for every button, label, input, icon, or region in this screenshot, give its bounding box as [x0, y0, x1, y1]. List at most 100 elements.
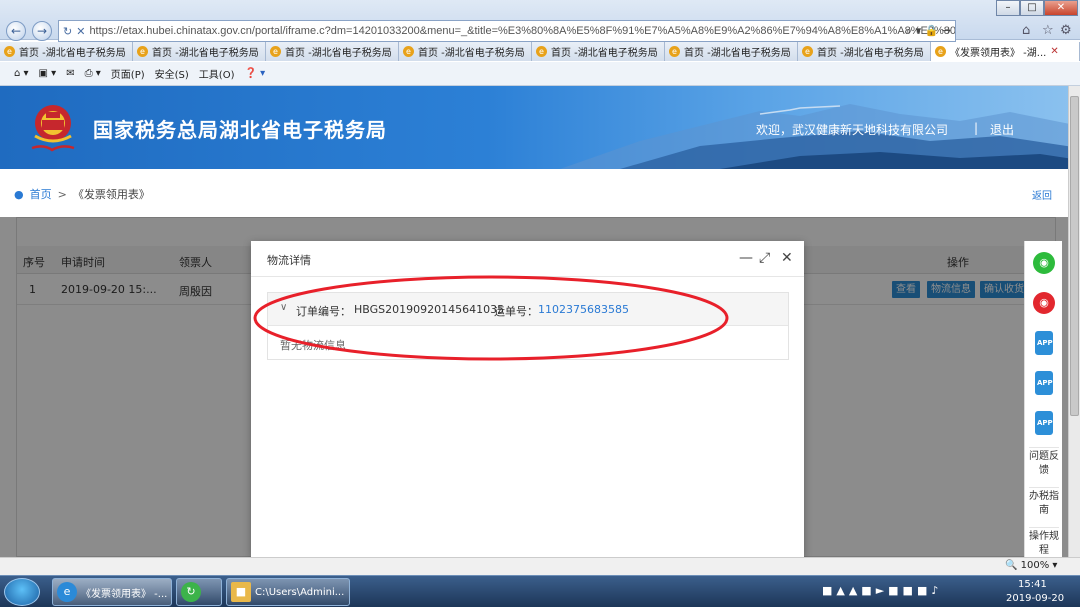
tab-label: 首页 -湖北省电子税务局 [817, 48, 924, 59]
dialog-header: 物流详情 — ⤢ ✕ [251, 241, 804, 277]
folder-icon: ■ [231, 582, 251, 602]
taskbar-ie-window[interactable]: e 《发票领用表》 -... [52, 578, 172, 606]
search-lock-icon[interactable]: ⌕ ▾ 🔒 → [906, 24, 951, 38]
site-favicon-icon: e [536, 46, 547, 57]
logistics-detail-dialog: 物流详情 — ⤢ ✕ ∨ 订单编号： HBGS20190920145641035… [251, 241, 804, 557]
system-tray-icons[interactable]: ■▲▲■►■■■♪ [822, 584, 942, 597]
favorites-star-icon[interactable]: ☆ [1042, 23, 1054, 38]
refresh-app-icon: ↻ [181, 582, 201, 602]
tab-label: 首页 -湖北省电子税务局 [551, 48, 658, 59]
app-download-button[interactable]: APP [1028, 407, 1060, 439]
browser-tab[interactable]: e 首页 -湖北省电子税务局 [133, 42, 266, 61]
forward-arrow-icon[interactable]: → [32, 21, 52, 41]
close-tab-icon[interactable]: ✕ [1050, 46, 1058, 57]
tab-label: 首页 -湖北省电子税务局 [152, 48, 259, 59]
url-text: https://etax.hubei.chinatax.gov.cn/porta… [89, 25, 955, 37]
order-number-label: 订单编号： [296, 305, 351, 318]
scrollbar-thumb[interactable] [1070, 96, 1079, 416]
app-download-button[interactable]: APP [1028, 367, 1060, 399]
chevron-down-icon[interactable]: ∨ [280, 302, 287, 313]
site-favicon-icon: e [403, 46, 414, 57]
tab-label: 首页 -湖北省电子税务局 [684, 48, 791, 59]
tab-label: 首页 -湖北省电子税务局 [418, 48, 525, 59]
clock-time: 15:41 [1018, 579, 1047, 590]
restore-button[interactable]: □ [1020, 0, 1044, 16]
maximize-icon[interactable]: ⤢ [759, 250, 770, 266]
weibo-button[interactable]: ◉ [1028, 287, 1060, 319]
site-header: 国家税务总局湖北省电子税务局 欢迎，武汉健康新天地科技有限公司 | 退出 [0, 86, 1080, 169]
tab-label: 《发票领用表》 -湖... [950, 48, 1047, 59]
operation-rules-link[interactable]: 操作规程 [1029, 527, 1059, 558]
waybill-label: 运单号： [494, 305, 538, 318]
site-title: 国家税务总局湖北省电子税务局 [93, 118, 387, 142]
gear-icon[interactable]: ⚙ [1060, 23, 1072, 38]
browser-tab[interactable]: e 首页 -湖北省电子税务局 [399, 42, 532, 61]
feedback-link[interactable]: 问题反馈 [1029, 447, 1059, 478]
browser-tab[interactable]: e 首页 -湖北省电子税务局 [532, 42, 665, 61]
breadcrumb: ● 首页 > 《发票领用表》 [14, 186, 150, 202]
app-icon: APP [1035, 411, 1053, 435]
logout-link[interactable]: 退出 [990, 121, 1014, 138]
print-icon[interactable]: ⎙ ▾ [85, 68, 101, 79]
app-download-button[interactable]: APP [1028, 327, 1060, 359]
browser-tab[interactable]: e 首页 -湖北省电子税务局 [665, 42, 798, 61]
browser-tab[interactable]: e 首页 -湖北省电子税务局 [0, 42, 133, 61]
tab-label: 首页 -湖北省电子税务局 [285, 48, 392, 59]
zoom-level[interactable]: 🔍 100% ▾ [1005, 560, 1057, 571]
browser-tab-active[interactable]: e 《发票领用表》 -湖... ✕ [931, 42, 1080, 61]
taskbar-explorer-label: C:\Users\Admini... [255, 586, 345, 598]
order-panel-header[interactable]: ∨ 订单编号： HBGS20190920145641035 运单号： 11023… [268, 293, 788, 326]
app-icon: APP [1035, 371, 1053, 395]
browser-tab-strip: e 首页 -湖北省电子税务局 e 首页 -湖北省电子税务局 e 首页 -湖北省电子税务… [0, 42, 1080, 61]
tax-emblem-logo [31, 105, 75, 152]
home-icon[interactable]: ⌂ ▾ [14, 68, 29, 79]
welcome-text: 欢迎，武汉健康新天地科技有限公司 [756, 123, 949, 137]
minimize-icon[interactable]: — [739, 250, 753, 266]
side-toolbar: ◉ ◉ APP APP APP 问题反馈 办税指南 操作规程 [1024, 241, 1062, 557]
stop-icon[interactable]: ✕ [76, 25, 85, 38]
status-bar: 🔍 100% ▾ [0, 557, 1080, 575]
waybill-number-link[interactable]: 1102375683585 [538, 303, 629, 316]
start-button[interactable] [4, 578, 40, 606]
site-favicon-icon: e [4, 46, 15, 57]
tax-guide-link[interactable]: 办税指南 [1029, 487, 1059, 518]
wechat-button[interactable]: ◉ [1028, 247, 1060, 279]
order-number-value: HBGS20190920145641035 [354, 303, 505, 316]
taskbar-app-button[interactable]: ↻ [176, 578, 222, 606]
weibo-icon: ◉ [1033, 292, 1055, 314]
mail-icon[interactable]: ✉ [66, 68, 74, 79]
browser-tab[interactable]: e 首页 -湖北省电子税务局 [266, 42, 399, 61]
breadcrumb-current: 《发票领用表》 [72, 188, 150, 201]
url-input[interactable]: ↻ ✕ https://etax.hubei.chinatax.gov.cn/p… [58, 20, 956, 42]
close-icon[interactable]: ✕ [781, 250, 793, 266]
ie-icon: e [57, 582, 77, 602]
browser-address-bar: ← → ↻ ✕ https://etax.hubei.chinatax.gov.… [0, 0, 1080, 42]
site-favicon-icon: e [935, 46, 946, 57]
breadcrumb-home-link[interactable]: 首页 [30, 186, 52, 202]
minimize-button[interactable]: – [996, 0, 1020, 16]
back-link[interactable]: 返回 [1032, 187, 1052, 202]
refresh-icon[interactable]: ↻ [63, 25, 72, 38]
dialog-title: 物流详情 [267, 254, 311, 267]
feeds-icon[interactable]: ▣ ▾ [39, 68, 57, 79]
home-icon[interactable]: ⌂ [1022, 23, 1030, 38]
order-panel: ∨ 订单编号： HBGS20190920145641035 运单号： 11023… [267, 292, 789, 360]
vertical-scrollbar[interactable] [1068, 86, 1080, 557]
close-window-button[interactable]: ✕ [1044, 0, 1078, 16]
tab-label: 首页 -湖北省电子税务局 [19, 48, 126, 59]
back-arrow-icon[interactable]: ← [6, 21, 26, 41]
safety-menu[interactable]: 安全(S) [155, 66, 189, 81]
header-separator: | [974, 121, 979, 135]
taskbar-explorer-window[interactable]: ■ C:\Users\Admini... [226, 578, 350, 606]
wechat-icon: ◉ [1033, 252, 1055, 274]
clock-date: 2019-09-20 [1006, 593, 1065, 604]
no-logistics-message: 暂无物流信息 [280, 339, 346, 352]
help-icon[interactable]: ❓ ▾ [244, 68, 265, 79]
page-menu[interactable]: 页面(P) [111, 66, 145, 81]
site-favicon-icon: e [270, 46, 281, 57]
windows-taskbar: e 《发票领用表》 -... ↻ ■ C:\Users\Admini... ■▲… [0, 575, 1080, 607]
browser-tab[interactable]: e 首页 -湖北省电子税务局 [798, 42, 931, 61]
tools-menu[interactable]: 工具(O) [199, 66, 235, 81]
site-favicon-icon: e [802, 46, 813, 57]
site-favicon-icon: e [137, 46, 148, 57]
